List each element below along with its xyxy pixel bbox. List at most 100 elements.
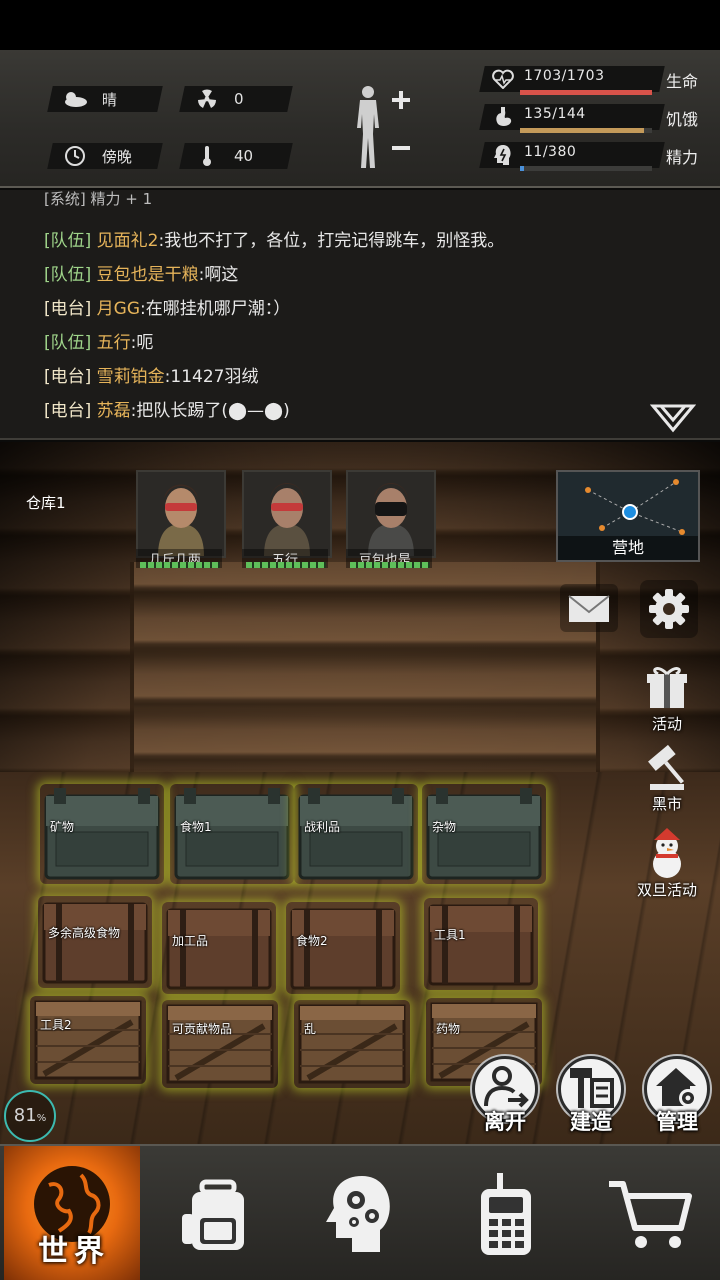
team-member-portrait[interactable]: 五行	[242, 470, 332, 570]
system-status-bar	[0, 0, 720, 50]
avatar	[348, 472, 434, 556]
chat-collapse-button[interactable]	[649, 402, 697, 434]
chat-message: :呃	[130, 333, 154, 353]
hunger-value: 135/144	[524, 106, 586, 122]
hunger-stat: 135/144 饥饿	[479, 102, 708, 133]
chat-line-partial: [系统] 精力 + 1	[44, 190, 153, 208]
storage-crate[interactable]: 食物1	[174, 788, 290, 880]
mail-button[interactable]	[560, 584, 618, 632]
gear-icon	[640, 580, 698, 638]
storage-crate[interactable]: 工具1	[428, 902, 534, 986]
fps-indicator: 81%	[4, 1090, 56, 1142]
storage-crate[interactable]: 食物2	[290, 906, 396, 990]
house-gear-icon	[656, 1068, 697, 1107]
body-status-icon	[357, 86, 410, 168]
health-value: 1703/1703	[524, 68, 605, 84]
crate-label: 杂物	[432, 820, 457, 834]
fps-value: 81	[13, 1105, 37, 1126]
chat-sender[interactable]: 见面礼2	[97, 231, 159, 251]
settings-button[interactable]	[640, 580, 698, 638]
avatar	[244, 472, 330, 556]
new-year-event-label: 双旦活动	[636, 881, 697, 899]
body-status-button[interactable]	[348, 84, 418, 170]
chat-message: :啊这	[198, 265, 239, 285]
manage-label: 管理	[656, 1110, 698, 1134]
build-label: 建造	[570, 1110, 612, 1134]
chat-line: [电台] 苏磊:把队长踢了(⬤—⬤)	[44, 396, 290, 421]
black-market-button[interactable]: 黑市	[632, 742, 702, 814]
event-label: 活动	[651, 715, 682, 733]
chat-sender[interactable]: 豆包也是干粮	[97, 265, 199, 285]
avatar	[138, 472, 224, 556]
storage-crate[interactable]: 可贡献物品	[166, 1004, 274, 1084]
team-member-portrait[interactable]: 几斤几两..	[136, 470, 226, 570]
chat-message: :11427羽绒	[164, 367, 259, 387]
gift-icon	[647, 667, 687, 708]
member-hp-bar	[350, 562, 430, 568]
chat-message: :在哪挂机哪尸潮：）	[140, 299, 291, 319]
manage-button[interactable]: 管理	[640, 1056, 714, 1136]
chat-panel[interactable]: [系统] 精力 + 1 [队伍] 见面礼2:我也不打了，各位，打完记得跳车，别怪…	[0, 190, 720, 440]
snowman-icon	[653, 828, 681, 878]
energy-stat: 11/380 精力	[479, 140, 708, 171]
nav-world-tab[interactable]: 世界	[4, 1146, 140, 1280]
camp-map-button[interactable]: 营地	[556, 470, 700, 562]
crate-label: 药物	[436, 1022, 461, 1036]
chat-channel: [电台]	[44, 299, 92, 319]
storage-crate[interactable]: 战利品	[298, 788, 414, 880]
member-hp-bar	[246, 562, 326, 568]
nav-radio-tab[interactable]	[436, 1146, 576, 1280]
gavel-icon	[648, 744, 684, 790]
chat-message: :我也不打了，各位，打完记得跳车，别怪我。	[158, 231, 505, 251]
chat-message: :把队长踢了(⬤—⬤)	[130, 401, 290, 421]
camp-label: 营地	[558, 536, 698, 560]
energy-label: 精力	[665, 148, 698, 167]
brain-icon	[490, 143, 516, 167]
health-bar	[520, 90, 652, 95]
crate-label: 加工品	[172, 934, 209, 948]
warehouse-name: 仓库1	[26, 494, 66, 512]
time-label: 傍晚	[102, 147, 133, 166]
nav-backpack-tab[interactable]	[148, 1146, 288, 1280]
bottom-nav: 世界	[0, 1144, 720, 1280]
back-wall	[130, 562, 600, 782]
hammer-icon	[570, 1068, 614, 1108]
leave-button[interactable]: 离开	[468, 1056, 542, 1136]
storage-crate[interactable]: 多余高级食物	[42, 900, 148, 984]
health-label: 生命	[665, 72, 698, 91]
crate-label: 工具1	[434, 928, 466, 942]
chat-line: [队伍] 五行:呃	[44, 328, 153, 353]
header-panel: 晴 0 傍晚 40 1703/1703 生命 135/144 饥饿 11/380…	[0, 50, 720, 188]
chat-sender[interactable]: 苏磊	[97, 401, 131, 421]
temperature-indicator: 40	[179, 143, 293, 169]
backpack-icon	[182, 1179, 244, 1250]
nav-shop-tab[interactable]	[580, 1146, 720, 1280]
crate-label: 食物1	[180, 820, 212, 834]
mail-icon	[560, 584, 618, 632]
nav-skills-tab[interactable]	[292, 1146, 432, 1280]
chat-sender[interactable]: 月GG	[97, 299, 140, 319]
storage-crate[interactable]: 乱	[298, 1004, 406, 1084]
crate-label: 工具2	[40, 1018, 72, 1032]
skills-icon	[326, 1176, 390, 1252]
chat-channel: [电台]	[44, 367, 92, 387]
build-button[interactable]: 建造	[554, 1056, 628, 1136]
chat-line: [队伍] 见面礼2:我也不打了，各位，打完记得跳车，别怪我。	[44, 226, 504, 251]
chat-sender[interactable]: 五行	[97, 333, 131, 353]
new-year-event-button[interactable]: 双旦活动	[632, 828, 702, 900]
chat-line: [电台] 月GG:在哪挂机哪尸潮：）	[44, 294, 290, 319]
storage-crate[interactable]: 工具2	[34, 1000, 142, 1080]
storage-crate[interactable]: 杂物	[426, 788, 542, 880]
crate-label: 多余高级食物	[48, 926, 121, 940]
crate-label: 矿物	[50, 820, 75, 834]
crate-label: 食物2	[296, 934, 328, 948]
chat-sender[interactable]: 雪莉铂金	[97, 367, 165, 387]
leave-label: 离开	[484, 1110, 526, 1134]
black-market-label: 黑市	[651, 795, 682, 813]
event-button[interactable]: 活动	[632, 662, 702, 734]
team-member-portrait[interactable]: 豆包也是..	[346, 470, 436, 570]
fps-unit: %	[36, 1113, 47, 1124]
storage-crate[interactable]: 加工品	[166, 906, 272, 990]
storage-crate[interactable]: 矿物	[44, 788, 160, 880]
health-stat: 1703/1703 生命	[479, 64, 708, 95]
